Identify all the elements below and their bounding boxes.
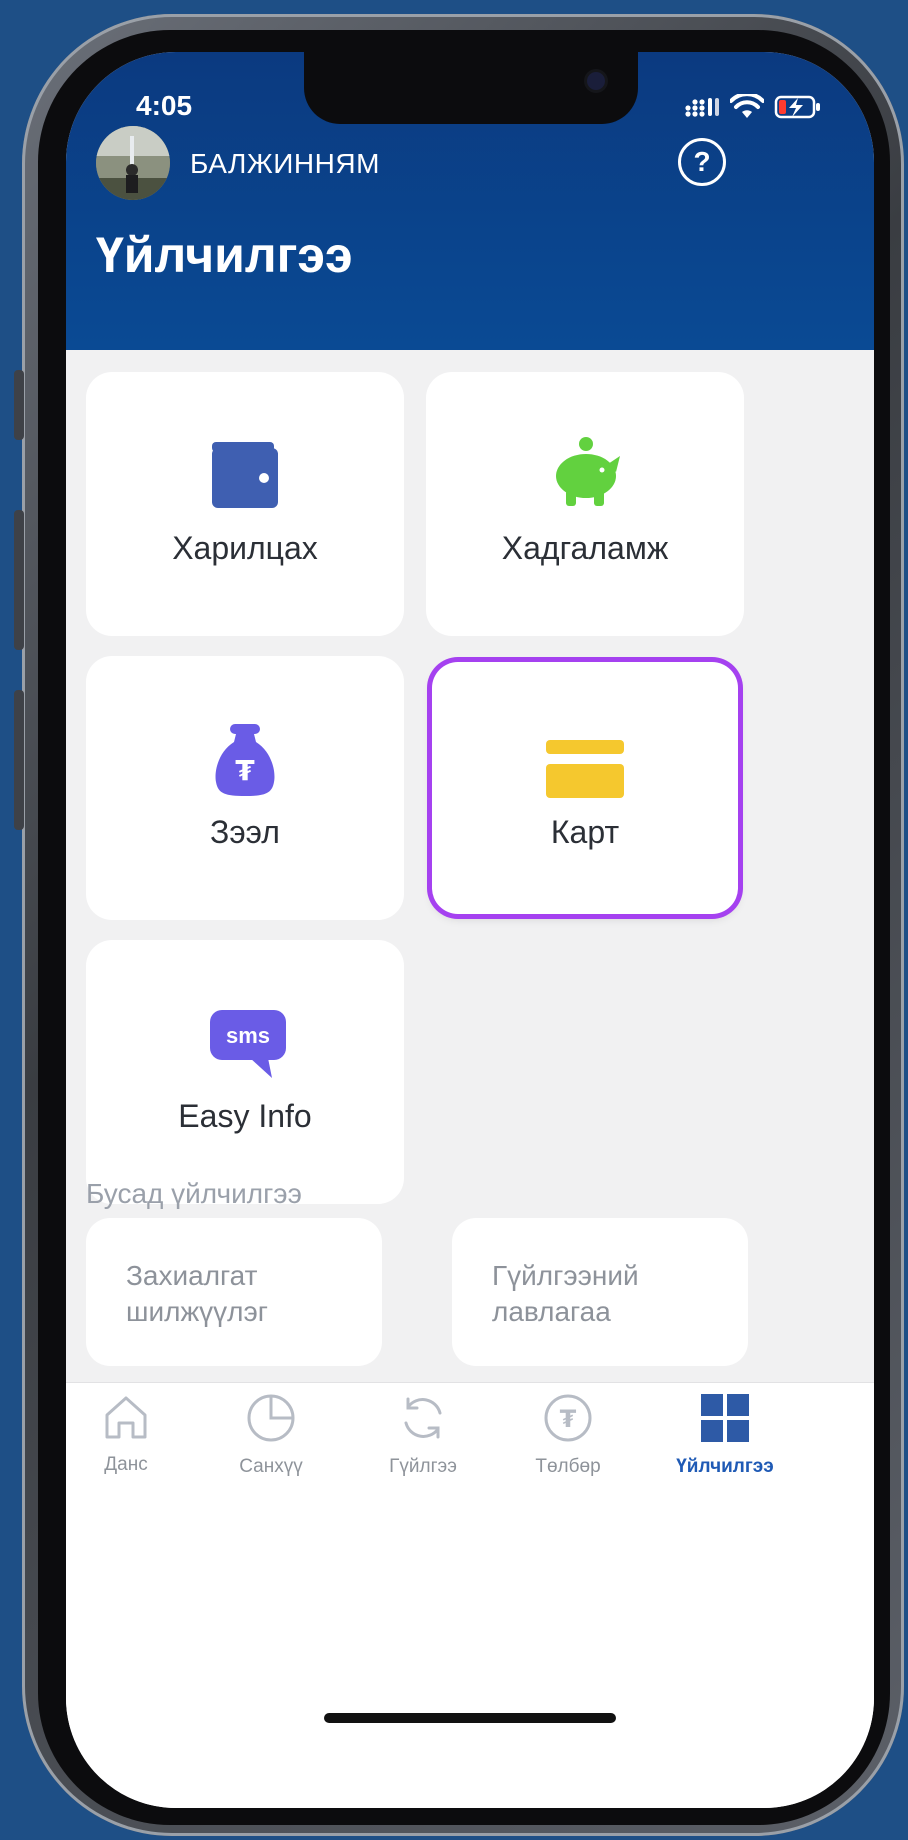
tab-transactions[interactable]: Гүйлгээ — [358, 1393, 488, 1478]
tab-label: Гүйлгээ — [389, 1456, 457, 1477]
tab-bar: Данс Санхүү Гүйлгээ ₮ Төлбөр Үйлчилгээ — [66, 1382, 874, 1808]
pie-chart-icon — [247, 1394, 295, 1442]
scheduled-transfer-button[interactable]: Захиалгат шилжүүлэг — [86, 1218, 382, 1366]
mini-label: Гүйлгээний лавлагаа — [492, 1260, 639, 1327]
tab-payments[interactable]: ₮ Төлбөр — [503, 1393, 633, 1478]
status-icons — [684, 94, 822, 120]
notch — [304, 52, 638, 124]
side-button — [14, 370, 24, 440]
money-bag-icon: ₮ — [215, 724, 275, 796]
user-name: БАЛЖИННЯМ — [190, 148, 380, 179]
home-indicator[interactable] — [324, 1713, 616, 1723]
transaction-statement-button[interactable]: Гүйлгээний лавлагаа — [452, 1218, 748, 1366]
tab-label: Данс — [104, 1454, 148, 1475]
service-label: Easy Info — [178, 1098, 312, 1134]
wallet-icon — [212, 442, 278, 508]
tab-label: Төлбөр — [535, 1456, 601, 1477]
other-services-title: Бусад үйлчилгээ — [86, 1178, 302, 1209]
service-tile-card[interactable]: Карт — [432, 662, 738, 914]
tab-finance[interactable]: Санхүү — [206, 1393, 336, 1478]
avatar-photo — [96, 126, 170, 200]
service-tile-savings[interactable]: Хадгаламж — [426, 372, 744, 636]
cellular-signal-icon — [685, 98, 719, 117]
service-label: Карт — [550, 814, 620, 850]
tab-accounts[interactable]: Данс — [66, 1393, 191, 1476]
avatar[interactable] — [96, 126, 170, 200]
service-tile-loan[interactable]: ₮ Зээл — [86, 656, 404, 920]
front-camera — [587, 72, 605, 90]
sms-icon: sms — [210, 1010, 286, 1078]
service-label: Харилцах — [172, 530, 318, 566]
tugrik-coin-icon: ₮ — [544, 1394, 592, 1442]
service-tile-easy-info[interactable]: sms Easy Info — [86, 940, 404, 1204]
help-button[interactable]: ? — [678, 138, 726, 186]
side-button — [14, 510, 24, 650]
service-tile-accounts[interactable]: Харилцах — [86, 372, 404, 636]
refresh-icon — [404, 1397, 442, 1439]
grid-icon — [701, 1394, 749, 1442]
battery-charging-icon — [774, 95, 820, 119]
tugrik-symbol: ₮ — [235, 754, 255, 787]
card-icon — [546, 740, 624, 798]
piggy-bank-icon — [556, 437, 620, 506]
service-label: Хадгаламж — [501, 530, 669, 566]
home-icon — [105, 1396, 147, 1439]
wifi-icon — [730, 94, 764, 118]
mini-label: Захиалгат шилжүүлэг — [126, 1260, 269, 1327]
screen: 4:05 БАЛЖИННЯМ ? Үйлчилгээ Харилцах Хадг… — [66, 52, 874, 1808]
tab-services[interactable]: Үйлчилгээ — [660, 1393, 790, 1478]
tab-label: Санхүү — [239, 1456, 303, 1477]
side-button — [14, 690, 24, 830]
tab-label: Үйлчилгээ — [676, 1456, 774, 1477]
status-time: 4:05 — [136, 90, 193, 121]
service-label: Зээл — [210, 814, 280, 850]
sms-text: sms — [226, 1023, 270, 1048]
page-title: Үйлчилгээ — [96, 227, 353, 283]
tugrik-symbol: ₮ — [560, 1405, 577, 1433]
